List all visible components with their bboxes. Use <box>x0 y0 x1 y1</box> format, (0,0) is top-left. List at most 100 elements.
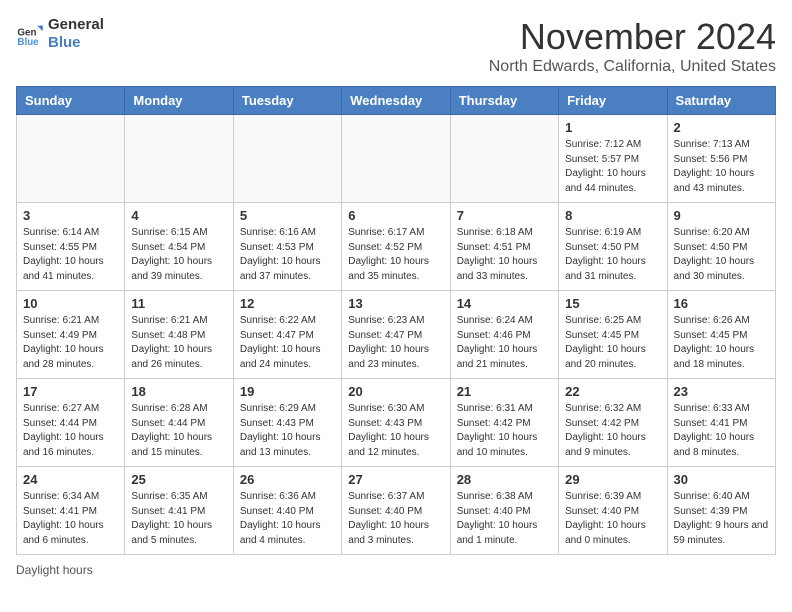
calendar-cell <box>17 115 125 203</box>
cell-info: Sunrise: 6:28 AMSunset: 4:44 PMDaylight:… <box>131 402 226 460</box>
day-number: 12 <box>240 296 335 311</box>
cell-info: Sunrise: 7:12 AMSunset: 5:57 PMDaylight:… <box>565 138 660 196</box>
calendar-cell: 3Sunrise: 6:14 AMSunset: 4:55 PMDaylight… <box>17 203 125 291</box>
cell-info: Sunrise: 6:17 AMSunset: 4:52 PMDaylight:… <box>348 226 443 284</box>
day-number: 14 <box>457 296 552 311</box>
calendar-cell <box>450 115 558 203</box>
calendar-table: SundayMondayTuesdayWednesdayThursdayFrid… <box>16 86 776 555</box>
calendar-cell <box>125 115 233 203</box>
calendar-cell: 15 Sunrise: 6:25 AMSunset: 4:45 PMDayligh… <box>559 291 667 379</box>
calendar-cell: 13Sunrise: 6:23 AMSunset: 4:47 PMDayligh… <box>342 291 450 379</box>
cell-info: Sunrise: 6:31 AMSunset: 4:42 PMDaylight:… <box>457 402 552 460</box>
calendar-cell: 16Sunrise: 6:26 AMSunset: 4:45 PMDayligh… <box>667 291 775 379</box>
day-number: 1 <box>565 120 660 135</box>
calendar-week-row: 3Sunrise: 6:14 AMSunset: 4:55 PMDaylight… <box>17 203 776 291</box>
cell-info: Sunrise: 6:35 AMSunset: 4:41 PMDaylight:… <box>131 490 226 548</box>
day-number: 28 <box>457 472 552 487</box>
day-number: 6 <box>348 208 443 223</box>
cell-info: Sunrise: 6:25 AMSunset: 4:45 PMDaylight:… <box>565 314 660 372</box>
day-number: 15 <box>565 296 660 311</box>
calendar-day-header: Saturday <box>667 87 775 115</box>
day-number: 20 <box>348 384 443 399</box>
calendar-cell: 26 Sunrise: 6:36 AMSunset: 4:40 PMDayligh… <box>233 467 341 555</box>
cell-info: Sunrise: 6:22 AMSunset: 4:47 PMDaylight:… <box>240 314 335 372</box>
cell-info: Sunrise: 6:39 AMSunset: 4:40 PMDaylight:… <box>565 490 660 548</box>
calendar-day-header: Sunday <box>17 87 125 115</box>
calendar-cell: 24 Sunrise: 6:34 AMSunset: 4:41 PMDayligh… <box>17 467 125 555</box>
calendar-day-header: Friday <box>559 87 667 115</box>
day-number: 5 <box>240 208 335 223</box>
calendar-cell: 18 Sunrise: 6:28 AMSunset: 4:44 PMDayligh… <box>125 379 233 467</box>
cell-info: Sunrise: 6:34 AMSunset: 4:41 PMDaylight:… <box>23 490 118 548</box>
cell-info: Sunrise: 6:18 AMSunset: 4:51 PMDaylight:… <box>457 226 552 284</box>
cell-info: Sunrise: 6:26 AMSunset: 4:45 PMDaylight:… <box>674 314 769 372</box>
day-number: 3 <box>23 208 118 223</box>
day-number: 13 <box>348 296 443 311</box>
calendar-cell: 9Sunrise: 6:20 AMSunset: 4:50 PMDaylight… <box>667 203 775 291</box>
logo-icon: Gen Blue <box>16 20 44 48</box>
cell-info: Sunrise: 6:32 AMSunset: 4:42 PMDaylight:… <box>565 402 660 460</box>
calendar-cell: 4 Sunrise: 6:15 AMSunset: 4:54 PMDaylight… <box>125 203 233 291</box>
page-header: Gen Blue General Blue November 2024 Nort… <box>16 16 776 76</box>
cell-info: Sunrise: 6:38 AMSunset: 4:40 PMDaylight:… <box>457 490 552 548</box>
calendar-cell: 20 Sunrise: 6:30 AMSunset: 4:43 PMDayligh… <box>342 379 450 467</box>
day-number: 8 <box>565 208 660 223</box>
calendar-cell: 10Sunrise: 6:21 AMSunset: 4:49 PMDayligh… <box>17 291 125 379</box>
day-number: 9 <box>674 208 769 223</box>
calendar-cell <box>342 115 450 203</box>
day-number: 26 <box>240 472 335 487</box>
calendar-cell: 22 Sunrise: 6:32 AMSunset: 4:42 PMDayligh… <box>559 379 667 467</box>
calendar-cell: 1 Sunrise: 7:12 AMSunset: 5:57 PMDaylight… <box>559 115 667 203</box>
cell-info: Sunrise: 7:13 AMSunset: 5:56 PMDaylight:… <box>674 138 769 196</box>
cell-info: Sunrise: 6:36 AMSunset: 4:40 PMDaylight:… <box>240 490 335 548</box>
logo-general: General <box>48 16 104 34</box>
day-number: 18 <box>131 384 226 399</box>
day-number: 11 <box>131 296 226 311</box>
cell-info: Sunrise: 6:15 AMSunset: 4:54 PMDaylight:… <box>131 226 226 284</box>
cell-info: Sunrise: 6:16 AMSunset: 4:53 PMDaylight:… <box>240 226 335 284</box>
calendar-week-row: 10Sunrise: 6:21 AMSunset: 4:49 PMDayligh… <box>17 291 776 379</box>
day-number: 21 <box>457 384 552 399</box>
calendar-week-row: 1 Sunrise: 7:12 AMSunset: 5:57 PMDaylight… <box>17 115 776 203</box>
calendar-cell: 7 Sunrise: 6:18 AMSunset: 4:51 PMDaylight… <box>450 203 558 291</box>
location-title: North Edwards, California, United States <box>489 58 776 76</box>
daylight-label: Daylight hours <box>16 563 93 577</box>
cell-info: Sunrise: 6:33 AMSunset: 4:41 PMDaylight:… <box>674 402 769 460</box>
calendar-cell: 28 Sunrise: 6:38 AMSunset: 4:40 PMDayligh… <box>450 467 558 555</box>
calendar-cell: 17Sunrise: 6:27 AMSunset: 4:44 PMDayligh… <box>17 379 125 467</box>
day-number: 7 <box>457 208 552 223</box>
calendar-cell: 12 Sunrise: 6:22 AMSunset: 4:47 PMDayligh… <box>233 291 341 379</box>
day-number: 2 <box>674 120 769 135</box>
daylight-footer: Daylight hours <box>16 563 776 577</box>
cell-info: Sunrise: 6:27 AMSunset: 4:44 PMDaylight:… <box>23 402 118 460</box>
calendar-cell: 25 Sunrise: 6:35 AMSunset: 4:41 PMDayligh… <box>125 467 233 555</box>
day-number: 24 <box>23 472 118 487</box>
calendar-cell: 27Sunrise: 6:37 AMSunset: 4:40 PMDayligh… <box>342 467 450 555</box>
calendar-day-header: Tuesday <box>233 87 341 115</box>
day-number: 30 <box>674 472 769 487</box>
logo: Gen Blue General Blue <box>16 16 104 52</box>
day-number: 23 <box>674 384 769 399</box>
month-title: November 2024 <box>489 16 776 58</box>
calendar-week-row: 24 Sunrise: 6:34 AMSunset: 4:41 PMDayligh… <box>17 467 776 555</box>
calendar-cell: 19Sunrise: 6:29 AMSunset: 4:43 PMDayligh… <box>233 379 341 467</box>
cell-info: Sunrise: 6:19 AMSunset: 4:50 PMDaylight:… <box>565 226 660 284</box>
calendar-cell: 14 Sunrise: 6:24 AMSunset: 4:46 PMDayligh… <box>450 291 558 379</box>
calendar-cell <box>233 115 341 203</box>
day-number: 27 <box>348 472 443 487</box>
calendar-cell: 29 Sunrise: 6:39 AMSunset: 4:40 PMDayligh… <box>559 467 667 555</box>
calendar-cell: 30Sunrise: 6:40 AMSunset: 4:39 PMDayligh… <box>667 467 775 555</box>
cell-info: Sunrise: 6:24 AMSunset: 4:46 PMDaylight:… <box>457 314 552 372</box>
calendar-cell: 23 Sunrise: 6:33 AMSunset: 4:41 PMDayligh… <box>667 379 775 467</box>
logo-blue: Blue <box>48 34 104 52</box>
day-number: 29 <box>565 472 660 487</box>
day-number: 10 <box>23 296 118 311</box>
day-number: 4 <box>131 208 226 223</box>
calendar-header-row: SundayMondayTuesdayWednesdayThursdayFrid… <box>17 87 776 115</box>
calendar-day-header: Thursday <box>450 87 558 115</box>
calendar-week-row: 17Sunrise: 6:27 AMSunset: 4:44 PMDayligh… <box>17 379 776 467</box>
day-number: 25 <box>131 472 226 487</box>
cell-info: Sunrise: 6:30 AMSunset: 4:43 PMDaylight:… <box>348 402 443 460</box>
svg-text:Blue: Blue <box>17 37 39 48</box>
day-number: 22 <box>565 384 660 399</box>
